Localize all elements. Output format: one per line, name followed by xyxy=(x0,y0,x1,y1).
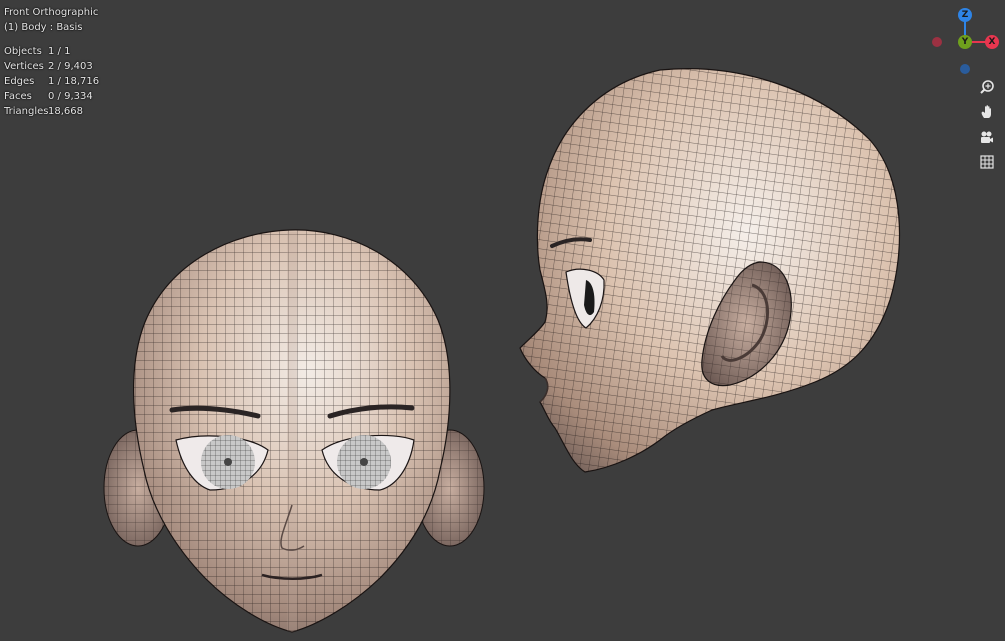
stat-value: 1 / 1 xyxy=(48,46,71,57)
view-name: Front Orthographic xyxy=(4,7,99,18)
front-head-mesh[interactable] xyxy=(103,220,485,640)
stat-label: Triangles xyxy=(4,106,49,117)
navigation-gizmo[interactable]: Z Y X xyxy=(925,6,1003,78)
viewport-info-overlay: Front Orthographic (1) Body : Basis Obje… xyxy=(4,5,99,119)
object-name: (1) Body : Basis xyxy=(4,22,83,33)
stat-value: 0 / 9,334 xyxy=(48,91,93,102)
gizmo-neg-x-axis[interactable] xyxy=(932,37,942,47)
grid-icon xyxy=(980,155,994,169)
stat-objects: Objects 1 / 1 xyxy=(4,44,99,59)
gizmo-neg-z-axis[interactable] xyxy=(960,64,970,74)
camera-icon xyxy=(981,131,993,143)
gizmo-x-label: X xyxy=(988,37,996,47)
pan-button[interactable] xyxy=(976,101,998,123)
mesh-render[interactable] xyxy=(0,0,1005,641)
stat-vertices: Vertices 2 / 9,403 xyxy=(4,59,99,74)
stat-label: Faces xyxy=(4,91,32,102)
gizmo-y-axis[interactable]: Y xyxy=(958,35,972,49)
stat-value: 1 / 18,716 xyxy=(48,76,100,87)
gizmo-x-axis[interactable]: X xyxy=(985,35,999,49)
pan-hand-icon xyxy=(981,105,991,118)
gizmo-z-label: Z xyxy=(961,10,969,20)
camera-view-button[interactable] xyxy=(976,126,998,148)
stat-label: Objects xyxy=(4,46,42,57)
stat-faces: Faces 0 / 9,334 xyxy=(4,89,99,104)
stat-value: 2 / 9,403 xyxy=(48,61,93,72)
gizmo-y-label: Y xyxy=(961,37,969,47)
zoom-icon xyxy=(980,80,994,94)
stat-label: Vertices xyxy=(4,61,44,72)
ortho-toggle-button[interactable] xyxy=(976,151,998,173)
viewport-nav-tools xyxy=(976,76,998,176)
stat-edges: Edges 1 / 18,716 xyxy=(4,74,99,89)
side-head-mesh[interactable] xyxy=(510,55,920,485)
stat-label: Edges xyxy=(4,76,35,87)
gizmo-z-axis[interactable]: Z xyxy=(958,8,972,22)
stat-value: 18,668 xyxy=(48,106,83,117)
zoom-button[interactable] xyxy=(976,76,998,98)
3d-viewport[interactable]: Front Orthographic (1) Body : Basis Obje… xyxy=(0,0,1005,641)
stat-triangles: Triangles 18,668 xyxy=(4,104,99,119)
